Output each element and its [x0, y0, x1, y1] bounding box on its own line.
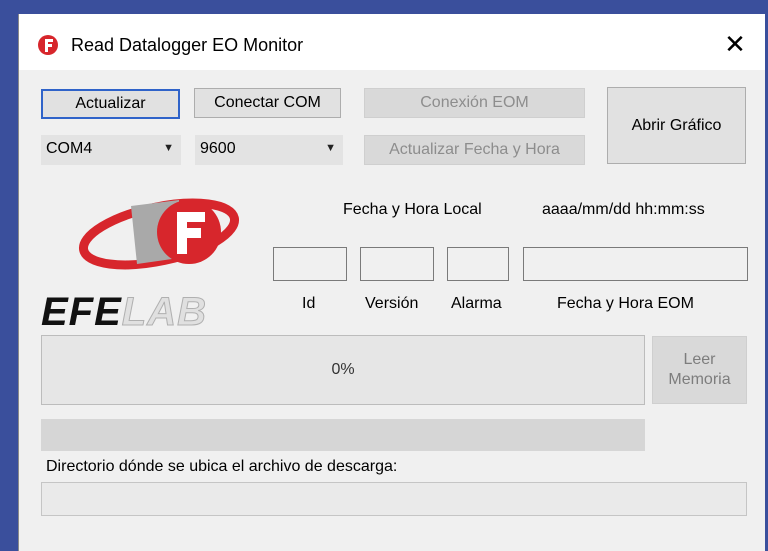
abrir-grafico-button[interactable]: Abrir Gráfico — [607, 87, 746, 164]
leer-memoria-label-2: Memoria — [668, 371, 731, 388]
version-field[interactable] — [360, 247, 434, 281]
baud-rate-select[interactable]: 9600 ▼ — [195, 135, 343, 165]
com-port-select[interactable]: COM4 ▼ — [41, 135, 181, 165]
conexion-eom-button[interactable]: Conexión EOM — [364, 88, 585, 118]
fecha-eom-label: Fecha y Hora EOM — [557, 295, 694, 312]
progress-percent: 0% — [331, 361, 355, 378]
download-progress-bar: 0% — [41, 335, 645, 405]
id-field[interactable] — [273, 247, 347, 281]
app-icon — [38, 35, 58, 55]
alarma-label: Alarma — [451, 295, 502, 312]
actualizar-fecha-hora-button[interactable]: Actualizar Fecha y Hora — [364, 135, 585, 165]
window-title: Read Datalogger EO Monitor — [71, 35, 304, 55]
directory-path-field[interactable] — [41, 482, 747, 516]
fecha-eom-field[interactable] — [523, 247, 748, 281]
version-label: Versión — [365, 295, 419, 312]
leer-memoria-label-1: Leer — [683, 351, 716, 368]
fecha-local-value: aaaa/mm/dd hh:mm:ss — [542, 201, 705, 218]
chevron-down-icon[interactable]: ▼ — [325, 142, 336, 154]
secondary-progress-bar — [41, 419, 645, 451]
chevron-down-icon[interactable]: ▼ — [163, 142, 174, 154]
title-bar[interactable]: Read Datalogger EO Monitor ✕ — [19, 14, 765, 70]
fecha-local-label: Fecha y Hora Local — [343, 201, 482, 218]
baud-rate-value: 9600 — [200, 140, 236, 157]
com-port-value: COM4 — [46, 140, 93, 157]
directorio-label: Directorio dónde se ubica el archivo de … — [46, 458, 398, 475]
alarma-field[interactable] — [447, 247, 509, 281]
actualizar-button[interactable]: Actualizar — [41, 89, 180, 119]
close-button[interactable]: ✕ — [717, 28, 753, 60]
leer-memoria-button[interactable]: Leer Memoria — [652, 336, 747, 404]
app-window: Read Datalogger EO Monitor ✕ Actualizar … — [18, 14, 765, 551]
id-label: Id — [302, 295, 316, 312]
conectar-com-button[interactable]: Conectar COM — [194, 88, 341, 118]
close-icon: ✕ — [724, 29, 746, 59]
logo-wordmark: EFELAB — [41, 290, 208, 335]
